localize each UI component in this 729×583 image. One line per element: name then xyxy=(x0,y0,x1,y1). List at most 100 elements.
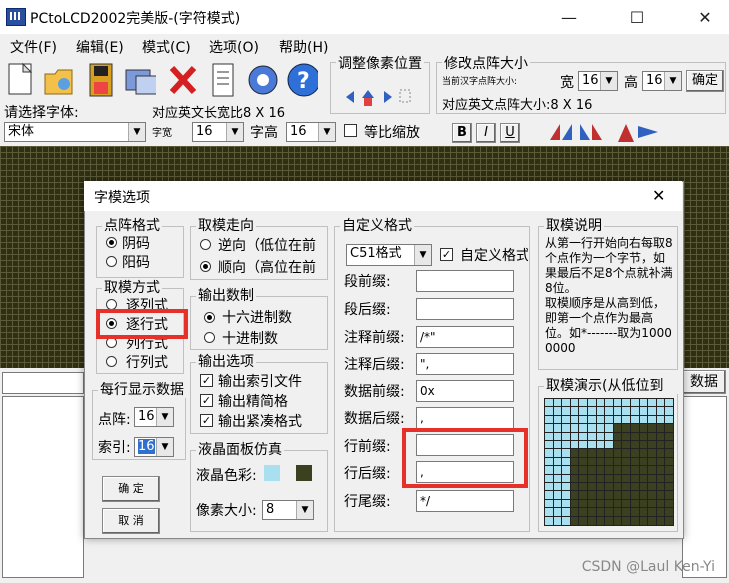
demo-cell xyxy=(552,448,563,459)
radio-dot-0[interactable] xyxy=(106,237,117,248)
demo-cell xyxy=(604,440,615,450)
en-size-text: 对应英文点阵大小:8 X 16 xyxy=(442,98,593,113)
demo-cell xyxy=(578,406,589,417)
menu-edit[interactable]: 编辑(E) xyxy=(76,37,124,57)
comment-prefix-input[interactable]: /*" xyxy=(416,326,514,348)
radio-dir-1[interactable] xyxy=(200,261,211,272)
output-opt-checkbox[interactable]: ✓ xyxy=(200,394,213,407)
maximize-button[interactable]: ☐ xyxy=(614,0,660,34)
format-select[interactable]: C51格式 ▼ xyxy=(346,244,432,266)
output-text-area[interactable] xyxy=(2,396,84,578)
gear-icon[interactable] xyxy=(244,60,278,100)
demo-cell xyxy=(552,431,563,442)
flip-h-icon[interactable] xyxy=(636,120,662,144)
demo-cell xyxy=(655,431,666,442)
demo-cell xyxy=(552,456,563,467)
char-width-select[interactable]: 16 ▼ xyxy=(192,122,244,142)
direction-option: 顺向（高位在前 xyxy=(218,260,316,276)
demo-cell xyxy=(612,423,623,434)
data-button[interactable]: 数据 xyxy=(682,370,726,394)
bold-button[interactable]: B xyxy=(452,123,472,143)
demo-cell xyxy=(655,465,666,476)
pixel-size-select[interactable]: 8 ▼ xyxy=(262,500,314,520)
data-prefix-input[interactable]: 0x xyxy=(416,380,514,402)
mode-option: 行列式 xyxy=(126,355,168,371)
demo-cell xyxy=(638,473,649,484)
rotate-left-icon[interactable] xyxy=(548,120,574,144)
radio-mode-3[interactable] xyxy=(106,356,117,367)
demo-cell xyxy=(638,515,649,526)
radio-dot-1[interactable] xyxy=(106,256,117,267)
comment-suffix-input[interactable]: ", xyxy=(416,353,514,375)
close-button[interactable]: ✕ xyxy=(682,0,728,34)
prefix-label: 数据前缀: xyxy=(344,384,405,400)
settings-icon[interactable] xyxy=(122,60,156,100)
font-select[interactable]: 宋体 ▼ xyxy=(4,122,146,142)
lcd-color-on-swatch[interactable] xyxy=(264,465,280,481)
height-select[interactable]: 16 ▼ xyxy=(642,71,682,91)
italic-button[interactable]: I xyxy=(476,123,496,143)
demo-cell xyxy=(569,406,580,417)
demo-cell xyxy=(604,507,615,518)
demo-cell xyxy=(655,448,666,459)
scale-checkbox[interactable] xyxy=(344,124,357,137)
dialog-title-bar xyxy=(84,181,682,211)
pixel-adjust-label: 调整像素位置 xyxy=(336,56,424,72)
demo-cell xyxy=(587,498,597,509)
demo-cell xyxy=(621,507,632,518)
seg-prefix-input[interactable] xyxy=(416,270,514,292)
menu-mode[interactable]: 模式(C) xyxy=(142,37,191,57)
demo-cell xyxy=(595,448,606,459)
menu-file[interactable]: 文件(F) xyxy=(10,37,57,57)
char-width-label: 字宽 xyxy=(152,128,172,139)
custom-format-checkbox[interactable]: ✓ xyxy=(440,248,453,261)
menu-help[interactable]: 帮助(H) xyxy=(279,37,328,57)
prefix-label: 数据后缀: xyxy=(344,411,405,427)
data-suffix-input[interactable]: , xyxy=(416,407,514,429)
output-option: 输出索引文件 xyxy=(218,374,302,390)
prefix-label: 注释后缀: xyxy=(344,357,405,373)
demo-cell xyxy=(664,406,675,417)
char-height-select[interactable]: 16 ▼ xyxy=(286,122,336,142)
help-icon[interactable]: ? xyxy=(284,60,318,100)
demo-cell xyxy=(569,398,580,408)
radio-base-1[interactable] xyxy=(204,332,215,343)
per-line-label: 每行显示数据 xyxy=(98,382,188,398)
seg-suffix-input[interactable] xyxy=(416,298,514,320)
demo-cell xyxy=(638,440,649,450)
new-icon[interactable] xyxy=(4,60,38,100)
demo-cell xyxy=(664,423,675,434)
save-icon[interactable] xyxy=(84,60,118,100)
notes-icon[interactable] xyxy=(206,60,240,100)
radio-dir-0[interactable] xyxy=(200,239,211,250)
minimize-button[interactable]: — xyxy=(546,0,592,34)
ok-button[interactable]: 确 定 xyxy=(102,476,160,502)
output-opt-checkbox[interactable]: ✓ xyxy=(200,374,213,387)
cancel-button[interactable]: 取 消 xyxy=(102,508,160,534)
demo-cell xyxy=(638,498,649,509)
confirm-size-button[interactable]: 确定 xyxy=(686,70,724,92)
demo-cell xyxy=(630,473,640,484)
per-line-dot-select[interactable]: 16 ▼ xyxy=(134,407,174,427)
line-end-input[interactable]: */ xyxy=(416,490,514,512)
lcd-color-off-swatch[interactable] xyxy=(296,465,312,481)
demo-cell xyxy=(561,482,572,492)
width-select[interactable]: 16 ▼ xyxy=(578,71,618,91)
underline-button[interactable]: U xyxy=(500,123,520,143)
menu-options[interactable]: 选项(O) xyxy=(209,37,259,57)
demo-cell xyxy=(630,507,640,518)
delete-icon[interactable] xyxy=(166,60,200,100)
output-opt-checkbox[interactable]: ✓ xyxy=(200,414,213,427)
demo-cell xyxy=(552,490,563,501)
open-icon[interactable] xyxy=(42,60,76,100)
per-line-index-select[interactable]: 16 ▼ xyxy=(134,437,174,457)
rotate-right-icon[interactable] xyxy=(578,120,604,144)
demo-cell xyxy=(561,490,572,501)
dot-format-label: 点阵格式 xyxy=(102,218,162,234)
pixel-arrows[interactable] xyxy=(342,86,414,108)
demo-cell xyxy=(595,515,606,526)
input-field[interactable] xyxy=(2,372,84,394)
demo-cell xyxy=(587,515,597,526)
radio-base-0[interactable] xyxy=(204,312,215,323)
dialog-close-button[interactable]: ✕ xyxy=(652,186,665,205)
